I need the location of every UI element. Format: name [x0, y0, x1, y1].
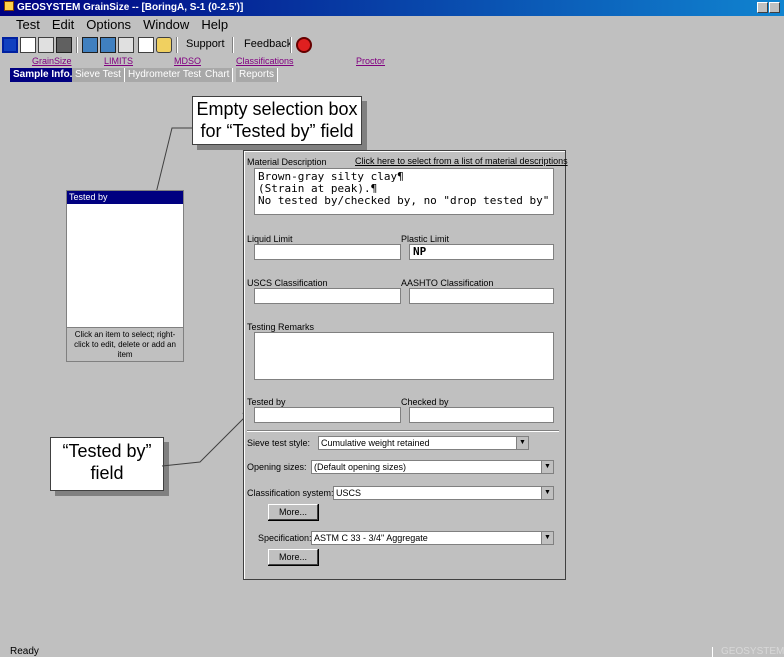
material-description-label: Material Description — [247, 157, 327, 167]
aashto-classification-field[interactable] — [409, 288, 554, 304]
uscs-classification-label: USCS Classification — [247, 278, 328, 288]
sieve-style-label: Sieve test style: — [247, 438, 311, 448]
uscs-classification-field[interactable] — [254, 288, 401, 304]
opening-sizes-label: Opening sizes: — [247, 462, 307, 472]
checked-by-label: Checked by — [401, 397, 449, 407]
classification-more-button[interactable]: More... — [268, 504, 319, 521]
tested-by-label: Tested by — [247, 397, 286, 407]
specification-select[interactable]: ASTM C 33 - 3/4" Aggregate ▼ — [311, 531, 554, 545]
plastic-limit-field[interactable]: NP — [409, 244, 554, 260]
material-description-field[interactable]: Brown-gray silty clay¶ (Strain at peak).… — [254, 168, 554, 215]
liquid-limit-field[interactable] — [254, 244, 401, 260]
specification-value: ASTM C 33 - 3/4" Aggregate — [314, 533, 428, 543]
classification-system-label: Classification system: — [247, 488, 334, 498]
chevron-down-icon[interactable]: ▼ — [541, 487, 553, 499]
sieve-style-select[interactable]: Cumulative weight retained ▼ — [318, 436, 529, 450]
aashto-classification-label: AASHTO Classification — [401, 278, 494, 288]
specification-label: Specification: — [258, 533, 312, 543]
brand-watermark: GEOSYSTEM — [712, 647, 784, 657]
sieve-style-value: Cumulative weight retained — [321, 438, 430, 448]
chevron-down-icon[interactable]: ▼ — [516, 437, 528, 449]
status-bar: Ready GEOSYSTEM — [0, 647, 784, 657]
classification-system-value: USCS — [336, 488, 362, 498]
testing-remarks-field[interactable] — [254, 332, 554, 380]
arrow-to-tested-by — [161, 411, 251, 467]
divider — [247, 430, 559, 432]
checked-by-field[interactable] — [409, 407, 554, 423]
classification-system-select[interactable]: USCS ▼ — [333, 486, 554, 500]
material-line: No tested by/checked by, no "drop tested… — [258, 194, 550, 207]
chevron-down-icon[interactable]: ▼ — [541, 532, 553, 544]
selection-box-hint: Click an item to select; right-click to … — [67, 327, 183, 361]
material-list-link[interactable]: Click here to select from a list of mate… — [355, 156, 568, 166]
tested-by-selection-box: Tested by Click an item to select; right… — [66, 190, 184, 362]
selection-list[interactable] — [67, 204, 183, 324]
opening-sizes-select[interactable]: (Default opening sizes) ▼ — [311, 460, 554, 474]
opening-sizes-value: (Default opening sizes) — [314, 462, 407, 472]
testing-remarks-label: Testing Remarks — [247, 322, 315, 332]
sample-info-panel: Material Description Click here to selec… — [243, 150, 568, 580]
plastic-limit-label: Plastic Limit — [401, 234, 450, 244]
selection-box-header: Tested by — [67, 191, 183, 204]
liquid-limit-label: Liquid Limit — [247, 234, 293, 244]
chevron-down-icon[interactable]: ▼ — [541, 461, 553, 473]
tested-by-field[interactable] — [254, 407, 401, 423]
specification-more-button[interactable]: More... — [268, 549, 319, 566]
status-text: Ready — [10, 646, 39, 657]
